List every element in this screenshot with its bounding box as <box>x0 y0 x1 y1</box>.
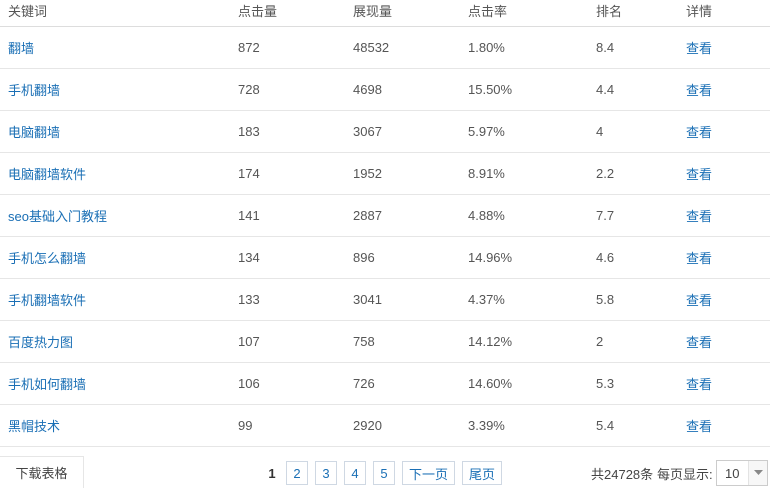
keyword-table: 关键词 点击量 展现量 点击率 排名 详情 翻墙 872 48532 1.80%… <box>0 0 770 447</box>
clicks-cell: 133 <box>238 292 260 307</box>
rank-cell: 2 <box>596 334 604 349</box>
keyword-link[interactable]: 百度热力图 <box>8 332 73 351</box>
clicks-cell: 728 <box>238 82 260 97</box>
view-detail-link[interactable]: 查看 <box>686 164 712 183</box>
per-page-label: 每页显示: <box>657 466 713 482</box>
view-detail-link[interactable]: 查看 <box>686 80 712 99</box>
rank-cell: 7.7 <box>596 208 615 223</box>
table-row: 手机翻墙 728 4698 15.50% 4.4 查看 <box>0 69 770 111</box>
rank-cell: 4.4 <box>596 82 615 97</box>
keyword-link[interactable]: 手机怎么翻墙 <box>8 248 86 267</box>
impressions-cell: 896 <box>353 250 375 265</box>
header-ctr: 点击率 <box>468 4 508 19</box>
view-detail-link[interactable]: 查看 <box>686 290 712 309</box>
rank-cell: 5.3 <box>596 376 615 391</box>
impressions-cell: 2920 <box>353 418 382 433</box>
page-link-5[interactable]: 5 <box>373 461 395 485</box>
header-rank: 排名 <box>596 4 623 19</box>
ctr-cell: 14.12% <box>468 334 513 349</box>
ctr-cell: 14.60% <box>468 376 513 391</box>
view-detail-link[interactable]: 查看 <box>686 332 712 351</box>
keyword-link[interactable]: 电脑翻墙软件 <box>8 164 86 183</box>
header-detail: 详情 <box>686 4 713 19</box>
page-current: 1 <box>264 461 280 485</box>
impressions-cell: 2887 <box>353 208 382 223</box>
pagination: 1 2 3 4 5 下一页 尾页 <box>264 461 509 485</box>
clicks-cell: 107 <box>238 334 260 349</box>
download-table-button[interactable]: 下载表格 <box>0 456 84 488</box>
keyword-link[interactable]: 手机翻墙软件 <box>8 290 86 309</box>
ctr-cell: 1.80% <box>468 40 505 55</box>
view-detail-link[interactable]: 查看 <box>686 206 712 225</box>
last-page-button[interactable]: 尾页 <box>462 461 503 485</box>
ctr-cell: 5.97% <box>468 124 505 139</box>
keyword-link[interactable]: 手机如何翻墙 <box>8 374 86 393</box>
rank-cell: 5.8 <box>596 292 615 307</box>
rank-cell: 2.2 <box>596 166 615 181</box>
ctr-cell: 4.88% <box>468 208 505 223</box>
view-detail-link[interactable]: 查看 <box>686 416 712 435</box>
table-row: 手机如何翻墙 106 726 14.60% 5.3 查看 <box>0 363 770 405</box>
table-row: 电脑翻墙 183 3067 5.97% 4 查看 <box>0 111 770 153</box>
header-clicks: 点击量 <box>238 4 278 19</box>
table-row: 手机翻墙软件 133 3041 4.37% 5.8 查看 <box>0 279 770 321</box>
table-row: 百度热力图 107 758 14.12% 2 查看 <box>0 321 770 363</box>
ctr-cell: 3.39% <box>468 418 505 433</box>
ctr-cell: 4.37% <box>468 292 505 307</box>
keyword-link[interactable]: 黑帽技术 <box>8 416 60 435</box>
table-footer: 下载表格 1 2 3 4 5 下一页 尾页 共24728条 每页显示: 10 <box>0 456 770 488</box>
page-link-3[interactable]: 3 <box>315 461 337 485</box>
table-row: 翻墙 872 48532 1.80% 8.4 查看 <box>0 27 770 69</box>
impressions-cell: 3067 <box>353 124 382 139</box>
keyword-link[interactable]: seo基础入门教程 <box>8 206 107 225</box>
keyword-link[interactable]: 电脑翻墙 <box>8 122 60 141</box>
keyword-link[interactable]: 翻墙 <box>8 38 34 57</box>
view-detail-link[interactable]: 查看 <box>686 374 712 393</box>
table-row: 电脑翻墙软件 174 1952 8.91% 2.2 查看 <box>0 153 770 195</box>
rank-cell: 4.6 <box>596 250 615 265</box>
impressions-cell: 48532 <box>353 40 390 55</box>
clicks-cell: 99 <box>238 418 253 433</box>
impressions-cell: 758 <box>353 334 375 349</box>
clicks-cell: 872 <box>238 40 260 55</box>
rank-cell: 4 <box>596 124 604 139</box>
impressions-cell: 726 <box>353 376 375 391</box>
impressions-cell: 1952 <box>353 166 382 181</box>
rank-cell: 5.4 <box>596 418 615 433</box>
clicks-cell: 174 <box>238 166 260 181</box>
per-page-value: 10 <box>725 465 740 481</box>
table-row: 手机怎么翻墙 134 896 14.96% 4.6 查看 <box>0 237 770 279</box>
ctr-cell: 8.91% <box>468 166 505 181</box>
page-link-2[interactable]: 2 <box>286 461 308 485</box>
rank-cell: 8.4 <box>596 40 615 55</box>
clicks-cell: 183 <box>238 124 260 139</box>
view-detail-link[interactable]: 查看 <box>686 248 712 267</box>
clicks-cell: 141 <box>238 208 260 223</box>
table-row: seo基础入门教程 141 2887 4.88% 7.7 查看 <box>0 195 770 237</box>
ctr-cell: 15.50% <box>468 82 513 97</box>
impressions-cell: 3041 <box>353 292 382 307</box>
table-row: 黑帽技术 99 2920 3.39% 5.4 查看 <box>0 405 770 447</box>
impressions-cell: 4698 <box>353 82 382 97</box>
view-detail-link[interactable]: 查看 <box>686 122 712 141</box>
page-link-4[interactable]: 4 <box>344 461 366 485</box>
header-keyword: 关键词 <box>8 4 48 19</box>
next-page-button[interactable]: 下一页 <box>402 461 456 485</box>
total-count: 共24728条 <box>591 466 654 482</box>
keyword-link[interactable]: 手机翻墙 <box>8 80 60 99</box>
header-impressions: 展现量 <box>353 4 393 19</box>
chevron-down-icon <box>748 461 767 485</box>
per-page-select[interactable]: 10 <box>716 460 768 486</box>
clicks-cell: 106 <box>238 376 260 391</box>
clicks-cell: 134 <box>238 250 260 265</box>
table-header-row: 关键词 点击量 展现量 点击率 排名 详情 <box>0 0 770 27</box>
ctr-cell: 14.96% <box>468 250 513 265</box>
view-detail-link[interactable]: 查看 <box>686 38 712 57</box>
